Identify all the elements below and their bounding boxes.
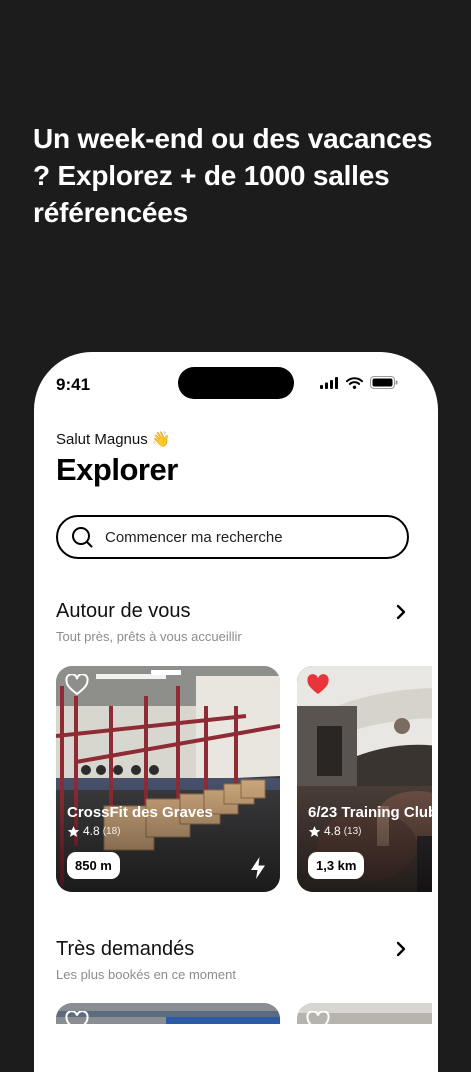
dynamic-island — [178, 367, 294, 399]
gym-rating: 4.8 (13) — [308, 824, 361, 838]
heart-outline-icon[interactable] — [306, 1011, 330, 1024]
marketing-headline: Un week-end ou des vacances ? Explorez +… — [33, 123, 433, 228]
greeting: Salut Magnus 👋 — [56, 431, 171, 448]
section-subtitle-nearby: Tout près, prêts à vous accueillir — [56, 629, 242, 644]
section-title-nearby: Autour de vous — [56, 600, 191, 622]
signal-icon — [320, 376, 338, 389]
gym-card[interactable] — [297, 1003, 432, 1024]
heart-outline-icon[interactable] — [65, 1011, 89, 1024]
heart-filled-icon[interactable] — [306, 674, 330, 696]
gym-card[interactable] — [56, 1003, 280, 1024]
search-icon — [72, 527, 93, 548]
section-subtitle-popular: Les plus bookés en ce moment — [56, 967, 236, 982]
heart-outline-icon[interactable] — [65, 674, 89, 696]
status-time: 9:41 — [56, 375, 91, 394]
section-title-popular: Très demandés — [56, 938, 195, 960]
gym-name: 6/23 Training Club — [308, 804, 432, 821]
chevron-right-icon[interactable] — [395, 604, 407, 620]
rating-value: 4.8 — [324, 824, 341, 838]
star-icon — [308, 825, 321, 837]
distance-badge: 1,3 km — [308, 852, 365, 879]
review-count: (13) — [343, 825, 362, 837]
battery-icon — [370, 376, 398, 389]
status-icons — [320, 376, 398, 389]
search-placeholder: Commencer ma recherche — [105, 528, 283, 546]
chevron-right-icon[interactable] — [395, 941, 407, 957]
review-count: (18) — [102, 825, 121, 837]
gym-rating: 4.8 (18) — [67, 824, 120, 838]
gym-card[interactable]: CrossFit des Graves 4.8 (18) 850 m — [56, 666, 280, 892]
gym-card[interactable]: 6/23 Training Club 4.8 (13) 1,3 km — [297, 666, 432, 892]
rating-value: 4.8 — [83, 824, 100, 838]
wifi-icon — [346, 376, 363, 389]
gym-photo — [56, 1003, 280, 1024]
search-bar[interactable]: Commencer ma recherche — [56, 515, 409, 559]
lightning-icon — [251, 857, 265, 879]
star-icon — [67, 825, 80, 837]
page-title: Explorer — [56, 452, 178, 487]
gym-name: CrossFit des Graves — [67, 804, 213, 821]
distance-badge: 850 m — [67, 852, 120, 879]
